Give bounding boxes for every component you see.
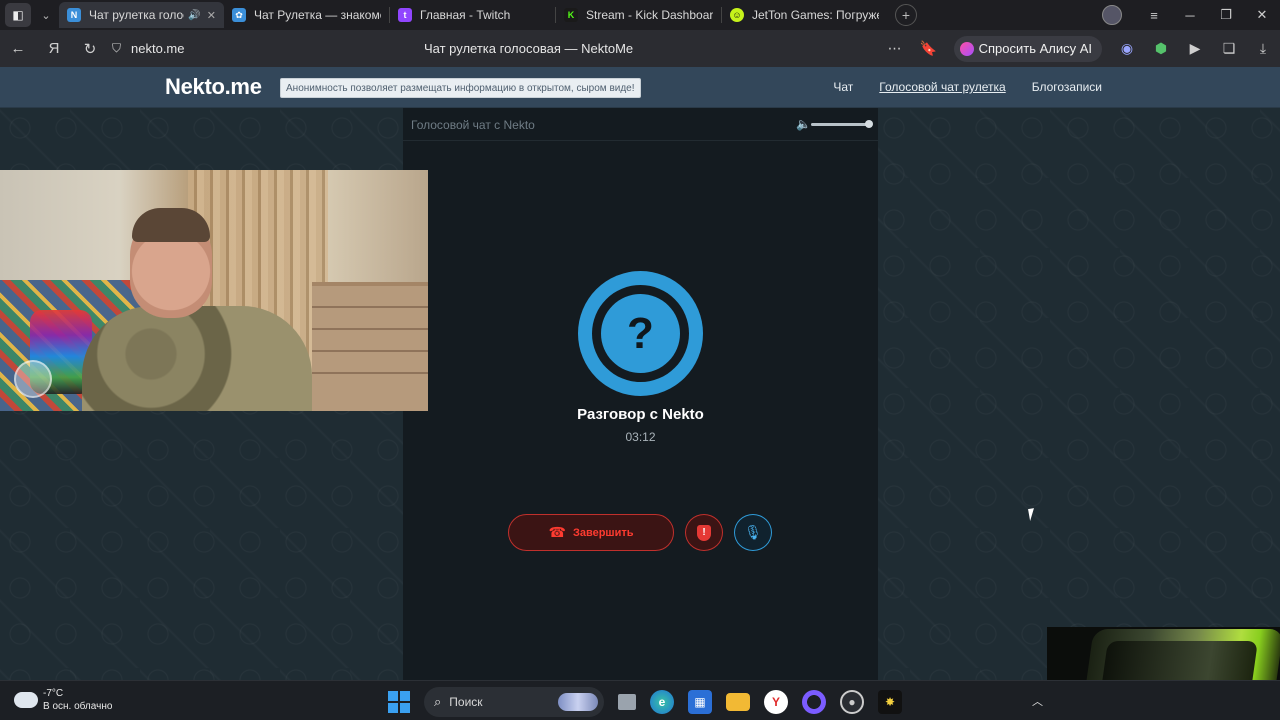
ask-alice-button[interactable]: Спросить Алису AI (953, 35, 1102, 62)
volume-slider-handle[interactable] (865, 120, 873, 128)
obs-recording-icon[interactable]: ● (840, 690, 864, 714)
search-highlight-graphic (558, 693, 598, 711)
hang-up-phone-icon: ☎ (548, 524, 566, 540)
webcam-watermark-logo (14, 360, 52, 398)
close-window-icon[interactable]: ✕ (1244, 7, 1280, 23)
conversation-title: Разговор с Nekto (577, 406, 704, 423)
tab-jetton[interactable]: ☺ JetTon Games: Погружени (722, 2, 887, 28)
roulette-favicon-icon: ✿ (232, 8, 246, 22)
twitch-favicon-icon: t (398, 8, 412, 22)
ask-alice-label: Спросить Алису AI (978, 41, 1092, 56)
tray-expand-chevron-icon[interactable]: ︿ (1032, 693, 1043, 709)
taskbar-apps: ⌕ Поиск e ▦ ​ Y ● ✸ (388, 687, 902, 717)
page-title: Чат рулетка голосовая — NektoMe (424, 41, 634, 56)
browser-tab-strip: ◧ ⌄ N Чат рулетка голосо 🔊 ✕ ✿ Чат Рулет… (0, 0, 1280, 30)
media-play-icon[interactable]: ▶ (1178, 40, 1212, 57)
search-icon: ⌕ (434, 694, 442, 709)
alice-assistant-icon[interactable] (802, 690, 826, 714)
nekto-favicon-icon: N (67, 8, 81, 22)
webcam-person-hair (132, 208, 210, 242)
call-timer: 03:12 (625, 430, 656, 444)
end-call-label: Завершить (572, 526, 634, 539)
webcam-person-body (82, 306, 312, 411)
windows-taskbar: -7°C В осн. облачно ⌕ Поиск e ▦ ​ Y ● ✸ … (0, 680, 1280, 720)
tab-twitch[interactable]: t Главная - Twitch (390, 2, 555, 28)
tab-title: Stream - Kick Dashboard (586, 8, 713, 22)
panel-header: Голосовой чат с Nekto 🔈 (403, 108, 878, 141)
extension-shield-icon[interactable]: ⬢ (1144, 40, 1178, 57)
shield-alert-icon: ! (697, 524, 711, 541)
nav-chat-link[interactable]: Чат (833, 80, 853, 94)
weather-text: -7°C В осн. облачно (43, 687, 112, 713)
site-header: Nekto.me Анонимность позволяет размещать… (0, 67, 1280, 108)
taskbar-search[interactable]: ⌕ Поиск (424, 687, 604, 717)
url-field[interactable]: nekto.me (131, 41, 184, 56)
tab-close-icon[interactable]: ✕ (207, 9, 216, 22)
tab-title: Чат Рулетка — знакомств (254, 8, 381, 22)
jetton-favicon-icon: ☺ (730, 8, 744, 22)
microsoft-store-icon[interactable]: ▦ (688, 690, 712, 714)
avatar-inner-ring: ? (592, 285, 689, 382)
taskbar-search-placeholder: Поиск (449, 695, 483, 709)
tab-chat-roulette[interactable]: ✿ Чат Рулетка — знакомств (224, 2, 389, 28)
app-sparkle-icon[interactable]: ✸ (878, 690, 902, 714)
webcam-dresser (312, 282, 428, 411)
minimize-icon[interactable]: ─ (1172, 8, 1208, 23)
sidebar-toggle-icon[interactable]: ◧ (5, 3, 31, 27)
volume-slider[interactable] (811, 123, 869, 126)
tabs-menu-chevron-icon[interactable]: ⌄ (33, 3, 59, 27)
profile-avatar[interactable] (1102, 5, 1122, 25)
address-bar-actions: ⋯ 🔖 Спросить Алису AI ◉ ⬢ ▶ ❏ ⤓ (878, 30, 1280, 67)
question-mark-icon: ? (601, 294, 680, 373)
site-slogan: Анонимность позволяет размещать информац… (280, 78, 641, 98)
microphone-button[interactable]: 🎙 (734, 514, 772, 551)
downloads-icon[interactable]: ⤓ (1246, 40, 1280, 57)
end-call-button[interactable]: ☎ Завершить (508, 514, 674, 551)
partly-cloudy-icon (11, 688, 38, 708)
alice-icon (959, 41, 974, 56)
volume-slider-fill (811, 123, 869, 126)
back-arrow-icon[interactable]: ← (0, 40, 36, 57)
panel-title: Голосовой чат с Nekto (411, 118, 535, 132)
more-options-icon[interactable]: ⋯ (878, 40, 912, 57)
tab-kick[interactable]: K Stream - Kick Dashboard (556, 2, 721, 28)
yandex-home-icon[interactable]: Я (36, 40, 72, 57)
new-tab-button[interactable]: + (895, 4, 917, 26)
mouse-cursor (1028, 507, 1042, 521)
tab-title: Чат рулетка голосо (89, 8, 184, 22)
tab-audio-icon[interactable]: 🔊 (188, 10, 200, 21)
window-controls: ≡ ─ ❐ ✕ (1102, 0, 1280, 30)
volume-icon[interactable]: 🔈 (796, 117, 811, 131)
browser-menu-icon[interactable]: ≡ (1136, 8, 1172, 23)
tab-title: JetTon Games: Погружени (752, 8, 879, 22)
interlocutor-avatar: ? (578, 271, 703, 396)
bookmark-icon[interactable]: 🔖 (912, 40, 946, 57)
kick-favicon-icon: K (564, 8, 578, 22)
windows-start-icon[interactable] (388, 691, 410, 713)
extension-gamepad-icon[interactable]: ◉ (1110, 40, 1144, 57)
restore-icon[interactable]: ❐ (1208, 7, 1244, 23)
collections-icon[interactable]: ❏ (1212, 40, 1246, 57)
weather-temperature: -7°C (43, 688, 64, 699)
file-explorer-icon[interactable]: ​ (726, 693, 750, 711)
report-button[interactable]: ! (685, 514, 723, 551)
yandex-browser-icon[interactable]: Y (764, 690, 788, 714)
task-view-icon[interactable] (618, 694, 636, 710)
site-logo[interactable]: Nekto.me (165, 74, 262, 100)
tab-title: Главная - Twitch (420, 8, 511, 22)
edge-browser-icon[interactable]: e (650, 690, 674, 714)
nav-voice-roulette-link[interactable]: Голосовой чат рулетка (879, 80, 1005, 94)
voice-chat-panel: Голосовой чат с Nekto 🔈 ? Разговор с Nek… (403, 108, 878, 680)
weather-description: В осн. облачно (43, 701, 113, 712)
microphone-icon: 🎙 (744, 524, 762, 540)
weather-widget[interactable]: -7°C В осн. облачно (11, 687, 112, 713)
tab-nekto-voice[interactable]: N Чат рулетка голосо 🔊 ✕ (59, 2, 224, 28)
reload-icon[interactable]: ↻ (72, 40, 108, 58)
site-security-icon[interactable]: ⛉ (112, 41, 121, 56)
webcam-overlay (0, 170, 428, 411)
site-nav: Чат Голосовой чат рулетка Блогозаписи (833, 80, 1102, 94)
nav-blogs-link[interactable]: Блогозаписи (1032, 80, 1102, 94)
